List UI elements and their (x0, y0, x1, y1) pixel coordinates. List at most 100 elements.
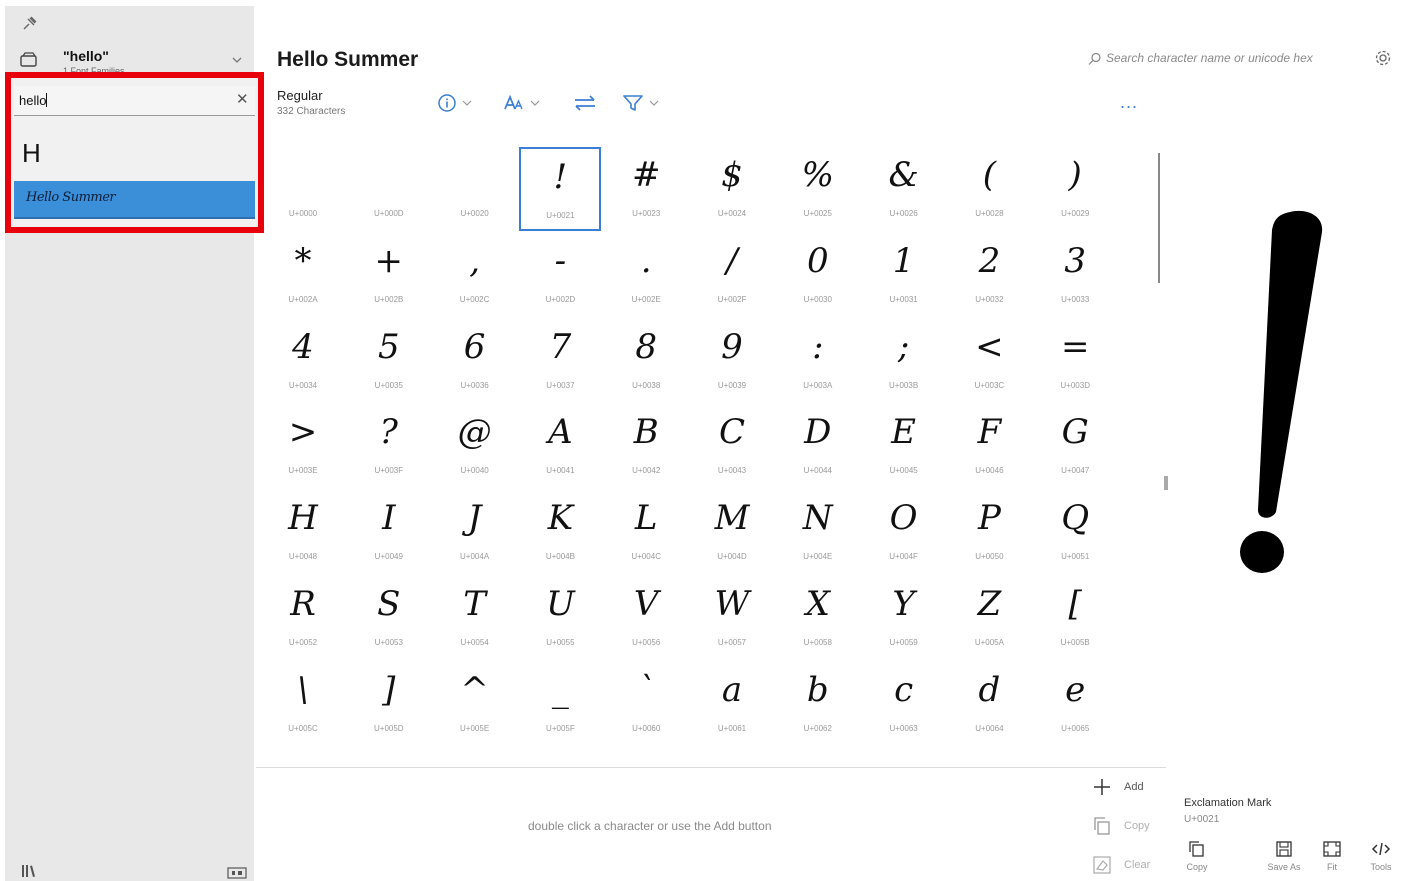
collection-title: "hello" (63, 48, 109, 64)
character-cell[interactable]: = U+003D (1034, 319, 1116, 403)
character-cell[interactable]: [U+005B (1034, 576, 1116, 660)
fit-button[interactable]: Fit (1312, 840, 1352, 880)
add-button[interactable]: Add (1092, 775, 1144, 799)
character-cell[interactable]: $ U+0024 (691, 147, 773, 231)
save-icon (1276, 841, 1292, 857)
character-cell[interactable]: B U+0042 (605, 404, 687, 488)
tools-button[interactable]: Tools (1361, 840, 1401, 880)
character-cell[interactable]: X U+0058 (777, 576, 859, 660)
character-cell[interactable]: ` U+0060 (605, 662, 687, 746)
more-options-button[interactable]: ... (1120, 92, 1138, 113)
character-cell[interactable]: A U+0041 (519, 404, 601, 488)
character-cell[interactable]: U+0000 (262, 147, 344, 231)
character-cell[interactable]: ; U+003B (863, 319, 945, 403)
character-cell[interactable]: c U+0063 (863, 662, 945, 746)
character-cell[interactable]: F U+0046 (948, 404, 1030, 488)
character-cell[interactable]: I U+0049 (348, 490, 430, 574)
character-cell[interactable]: U+000D (348, 147, 430, 231)
character-cell[interactable]: 1 U+0031 (863, 233, 945, 317)
character-cell[interactable]: N U+004E (777, 490, 859, 574)
character-cell[interactable]: W U+0057 (691, 576, 773, 660)
character-cell[interactable]: ] U+005D (348, 662, 430, 746)
splitter-handle[interactable] (1164, 476, 1168, 490)
character-code: U+0030 (803, 294, 832, 304)
font-search-input[interactable]: hello ✕ (14, 86, 255, 116)
character-cell[interactable]: + U+002B (348, 233, 430, 317)
copy-character-button[interactable]: Copy (1177, 840, 1217, 880)
character-cell[interactable]: 2 U+0032 (948, 233, 1030, 317)
character-cell[interactable]: 3 U+0033 (1034, 233, 1116, 317)
character-cell[interactable]: G U+0047 (1034, 404, 1116, 488)
swap-direction-button[interactable] (573, 90, 597, 116)
character-cell[interactable]: / U+002F (691, 233, 773, 317)
character-cell[interactable]: & U+0026 (863, 147, 945, 231)
grid-scrollbar[interactable] (1158, 153, 1160, 283)
character-cell[interactable]: D U+0044 (777, 404, 859, 488)
character-cell[interactable]: 4 U+0034 (262, 319, 344, 403)
character-cell[interactable]: O U+004F (863, 490, 945, 574)
character-cell[interactable]: M U+004D (691, 490, 773, 574)
character-search-box[interactable]: Search character name or unicode hex (1088, 50, 1348, 70)
font-list-view-icon[interactable] (227, 867, 247, 879)
character-cell[interactable]: 6 U+0036 (434, 319, 516, 403)
pin-icon[interactable] (21, 14, 39, 32)
character-cell[interactable]: S U+0053 (348, 576, 430, 660)
character-cell[interactable]: \ U+005C (262, 662, 344, 746)
character-cell[interactable]: U+0020 (434, 147, 516, 231)
character-cell[interactable]: V U+0056 (605, 576, 687, 660)
character-cell[interactable]: Y U+0059 (863, 576, 945, 660)
character-cell[interactable]: T U+0054 (434, 576, 516, 660)
clear-search-icon[interactable]: ✕ (236, 92, 249, 108)
character-cell[interactable]: ) U+0029 (1034, 147, 1116, 231)
filter-button[interactable] (622, 90, 659, 116)
suggestion-item-selected[interactable]: Hello Summer (14, 181, 255, 219)
character-cell[interactable]: > U+003E (262, 404, 344, 488)
character-cell[interactable]: % U+0025 (777, 147, 859, 231)
character-cell[interactable]: K U+004B (519, 490, 601, 574)
character-cell[interactable]: Z U+005A (948, 576, 1030, 660)
character-cell[interactable]: H U+0048 (262, 490, 344, 574)
font-style-name[interactable]: Regular (277, 88, 323, 103)
character-cell[interactable]: C U+0043 (691, 404, 773, 488)
character-cell[interactable]: 5 U+0035 (348, 319, 430, 403)
character-cell[interactable]: # U+0023 (605, 147, 687, 231)
character-cell[interactable]: * U+002A (262, 233, 344, 317)
character-cell[interactable]: @ U+0040 (434, 404, 516, 488)
font-info-button[interactable] (437, 90, 472, 116)
copy-sequence-button[interactable]: Copy (1092, 814, 1150, 838)
character-cell[interactable]: , U+002C (434, 233, 516, 317)
character-code: U+0034 (288, 380, 318, 390)
character-cell[interactable]: E U+0045 (863, 404, 945, 488)
character-cell[interactable]: e U+0065 (1034, 662, 1116, 746)
character-cell[interactable]: R U+0052 (262, 576, 344, 660)
character-cell[interactable]: 7 U+0037 (519, 319, 601, 403)
library-icon[interactable] (21, 864, 37, 878)
character-cell[interactable]: < U+003C (948, 319, 1030, 403)
character-cell[interactable]: L U+004C (605, 490, 687, 574)
character-cell[interactable]: _ U+005F (519, 662, 601, 746)
character-cell[interactable]: a U+0061 (691, 662, 773, 746)
filter-icon (623, 95, 643, 111)
character-cell[interactable]: ? U+003F (348, 404, 430, 488)
text-size-button[interactable] (503, 90, 540, 116)
character-cell[interactable]: d U+0064 (948, 662, 1030, 746)
character-cell[interactable]: . U+002E (605, 233, 687, 317)
character-cell[interactable]: b U+0062 (777, 662, 859, 746)
character-cell[interactable]: 9 U+0039 (691, 319, 773, 403)
gear-icon[interactable] (1374, 49, 1392, 67)
character-cell[interactable]: P U+0050 (948, 490, 1030, 574)
character-cell[interactable]: - U+002D (519, 233, 601, 317)
character-cell[interactable]: (U+0028 (948, 147, 1030, 231)
eraser-icon (1093, 856, 1111, 874)
chevron-down-icon[interactable] (231, 54, 243, 66)
character-cell[interactable]: : U+003A (777, 319, 859, 403)
character-cell[interactable]: 8 U+0038 (605, 319, 687, 403)
character-cell[interactable]: Q U+0051 (1034, 490, 1116, 574)
save-as-button[interactable]: Save As (1264, 840, 1304, 880)
character-cell[interactable]: U U+0055 (519, 576, 601, 660)
character-cell[interactable]: ^ U+005E (434, 662, 516, 746)
character-cell[interactable]: ! U+0021 (519, 147, 602, 231)
character-cell[interactable]: 0 U+0030 (777, 233, 859, 317)
character-cell[interactable]: J U+004A (434, 490, 516, 574)
clear-sequence-button[interactable]: Clear (1092, 853, 1150, 877)
